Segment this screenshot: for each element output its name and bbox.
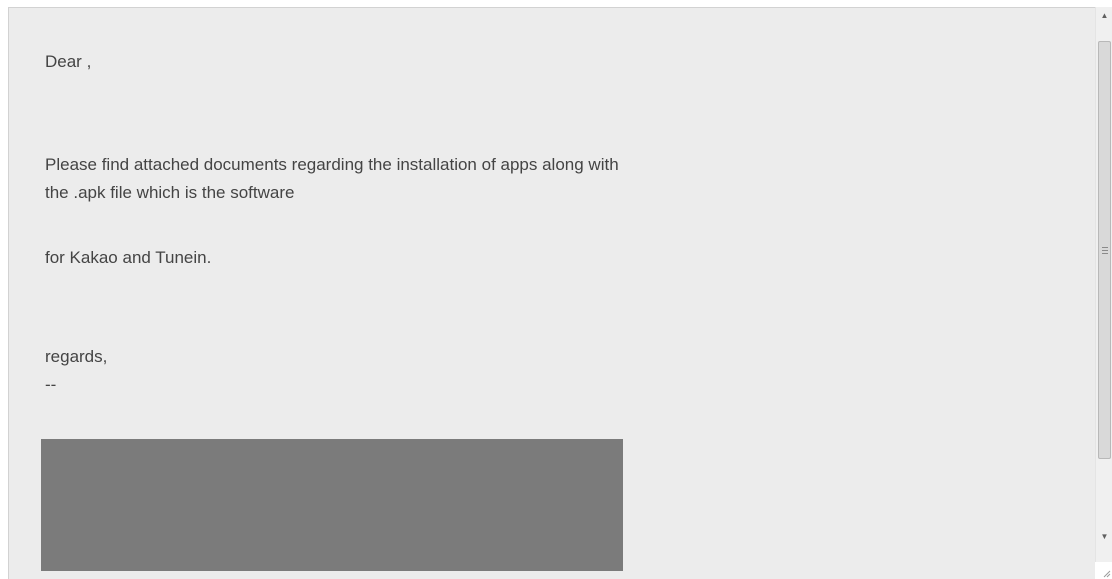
body-line-1: Please find attached documents regarding… — [45, 155, 619, 174]
scroll-down-arrow-icon[interactable]: ▼ — [1096, 528, 1112, 545]
body-line-3: for Kakao and Tunein. — [45, 248, 212, 267]
closing-line: regards, — [45, 347, 108, 366]
greeting-line: Dear , — [45, 52, 92, 71]
resize-handle-icon[interactable] — [1095, 562, 1112, 579]
signature-separator: -- — [45, 375, 57, 394]
redacted-signature-block — [41, 439, 623, 571]
scroll-up-arrow-icon[interactable]: ▲ — [1096, 7, 1112, 24]
body-line-2: the .apk file which is the software — [45, 183, 295, 202]
message-body-textarea[interactable]: Dear , Please find attached documents re… — [8, 7, 1112, 579]
scrollbar-thumb[interactable] — [1098, 41, 1111, 459]
vertical-scrollbar[interactable]: ▲ ▼ — [1095, 7, 1112, 579]
grip-icon — [1101, 246, 1108, 254]
